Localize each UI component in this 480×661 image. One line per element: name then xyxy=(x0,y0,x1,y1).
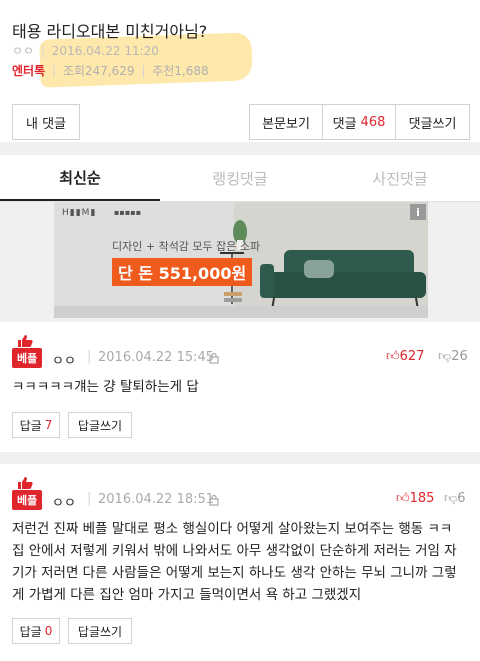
best-badge: 베플 xyxy=(12,490,43,510)
separator: | xyxy=(51,64,56,78)
comment-user: ㅇㅇ xyxy=(52,354,76,369)
tab-latest[interactable]: 최신순 xyxy=(0,155,160,201)
downvote-count: 26 xyxy=(451,349,468,364)
section-divider xyxy=(0,142,480,155)
reply-button[interactable]: 답글 7 xyxy=(12,412,60,438)
author-mask: ㅇㅇ xyxy=(12,44,35,58)
reply-count: 0 xyxy=(44,624,53,638)
write-comment-label: 댓글쓰기 xyxy=(408,116,457,132)
view-post-label: 본문보기 xyxy=(262,116,310,132)
comments-label: 댓글 xyxy=(332,116,357,132)
separator: | xyxy=(40,44,45,58)
reply-label: 답글 xyxy=(19,624,42,639)
post-header: 태용 라디오대본 미친거아님? ㅇㅇ | 2016.04.22 11:20 엔터… xyxy=(0,0,480,95)
upvote-button[interactable]: 👍︎185 xyxy=(396,491,434,506)
category-link[interactable]: 엔터톡 xyxy=(12,64,45,78)
write-reply-label: 답글쓰기 xyxy=(77,418,123,433)
my-comments-button[interactable]: 내 댓글 xyxy=(12,104,80,140)
tab-photo[interactable]: 사진댓글 xyxy=(320,155,480,201)
downvote-count: 6 xyxy=(457,491,466,506)
separator: | xyxy=(141,64,146,78)
view-post-button[interactable]: 본문보기 xyxy=(249,104,323,140)
thumbs-up-icon xyxy=(18,335,33,347)
separator: | xyxy=(87,349,92,364)
downvote-button[interactable]: 👎︎6 xyxy=(444,491,465,506)
reply-button[interactable]: 답글 0 xyxy=(12,618,60,644)
comments-count: 468 xyxy=(360,114,386,130)
comment-text: ㅋㅋㅋㅋㅋ걔는 걍 탈퇴하는게 답 xyxy=(12,379,199,395)
thumbs-up-icon: 👍︎ xyxy=(386,349,400,364)
ad-tagline: 디자인 + 착석감 모두 잡은 소파 xyxy=(112,240,261,253)
thumbs-down-icon: 👎︎ xyxy=(444,491,458,506)
write-reply-button[interactable]: 답글쓰기 xyxy=(68,618,132,644)
post-meta-author: ㅇㅇ | 2016.04.22 11:20 xyxy=(12,42,159,59)
recommend-count: 추천1,688 xyxy=(152,64,209,78)
downvote-button[interactable]: 👎︎26 xyxy=(438,349,468,364)
best-badge: 베플 xyxy=(12,348,43,368)
comment-text: 저런건 진짜 베플 말대로 평소 행실이다 어떻게 살아왔는지 보여주는 행동 … xyxy=(12,521,457,603)
reply-label: 답글 xyxy=(19,418,42,433)
comment-date: 2016.04.22 15:45 xyxy=(98,350,215,365)
upvote-count: 185 xyxy=(409,491,435,506)
action-buttons: 내 댓글 본문보기 댓글 468 댓글쓰기 xyxy=(0,104,480,142)
comment-divider xyxy=(0,452,480,464)
write-reply-label: 답글쓰기 xyxy=(77,624,123,639)
comment-item: 베플 ㅇㅇ | 2016.04.22 15:45 👍︎627 👎︎26 ㅋㅋㅋㅋ… xyxy=(0,322,480,452)
thumbs-up-icon xyxy=(18,477,33,489)
thumbs-up-icon: 👍︎ xyxy=(396,491,410,506)
lock-icon[interactable] xyxy=(208,494,220,506)
view-count: 조회247,629 xyxy=(62,64,135,78)
ad-area: H▮▮M▮ ▪▪▪▪▪ 디자인 + 착석감 모두 잡은 소파 단 돈 551,0… xyxy=(0,202,480,322)
thumbs-down-icon: 👎︎ xyxy=(438,349,452,364)
ad-banner[interactable]: H▮▮M▮ ▪▪▪▪▪ 디자인 + 착석감 모두 잡은 소파 단 돈 551,0… xyxy=(54,202,428,318)
upvote-button[interactable]: 👍︎627 xyxy=(386,349,424,364)
brand-logo: H▮▮M▮ xyxy=(62,208,97,218)
comment-user: ㅇㅇ xyxy=(52,496,76,511)
write-comment-button[interactable]: 댓글쓰기 xyxy=(395,104,470,140)
post-meta-stats: 엔터톡 | 조회247,629 | 추천1,688 xyxy=(12,62,209,79)
comment-date: 2016.04.22 18:51 xyxy=(98,492,215,507)
post-title: 태용 라디오대본 미친거아님? xyxy=(12,22,208,41)
reply-count: 7 xyxy=(44,418,53,432)
ad-info-icon[interactable]: i xyxy=(410,204,426,220)
tab-ranking[interactable]: 랭킹댓글 xyxy=(160,155,320,201)
comment-item: 베플 ㅇㅇ | 2016.04.22 18:51 👍︎185 👎︎6 저런건 진… xyxy=(0,464,480,661)
comments-button[interactable]: 댓글 468 xyxy=(322,104,396,140)
upvote-count: 627 xyxy=(399,349,425,364)
lock-icon[interactable] xyxy=(208,352,220,364)
separator: | xyxy=(87,491,92,506)
comment-tabs: 최신순 랭킹댓글 사진댓글 xyxy=(0,155,480,202)
post-date: 2016.04.22 11:20 xyxy=(51,44,159,58)
my-comments-label: 내 댓글 xyxy=(25,116,66,132)
write-reply-button[interactable]: 답글쓰기 xyxy=(68,412,132,438)
ad-price: 단 돈 551,000원 xyxy=(112,258,253,286)
brand-subtitle-icon: ▪▪▪▪▪ xyxy=(114,208,142,217)
